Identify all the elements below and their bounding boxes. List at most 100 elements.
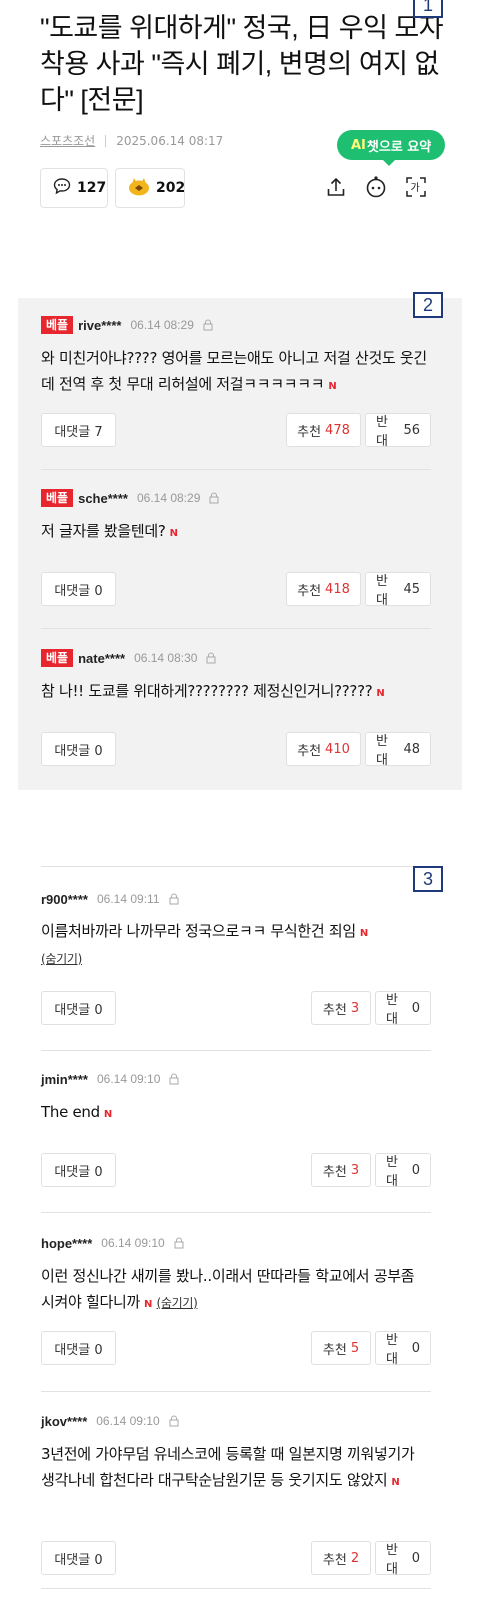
reaction-count: 202 (156, 180, 186, 196)
downvote-count: 45 (403, 581, 420, 597)
comment-header: 베플 rive**** 06.14 08:29 (41, 315, 431, 335)
comment-author[interactable]: sche**** (78, 491, 128, 506)
upvote-button[interactable]: 추천 478 (286, 413, 361, 447)
comment-author[interactable]: r900**** (41, 892, 88, 907)
report-icon[interactable] (202, 319, 214, 331)
replies-button[interactable]: 대댓글 0 (41, 572, 116, 606)
comment-actions: 대댓글 0 추천 418 반대 45 (41, 572, 431, 608)
upvote-label: 추천 (297, 743, 322, 759)
upvote-button[interactable]: 추천 3 (311, 991, 371, 1025)
comment-author[interactable]: hope**** (41, 1236, 92, 1251)
report-icon[interactable] (168, 1073, 180, 1085)
upvote-button[interactable]: 추천 418 (286, 572, 361, 606)
comment-time: 06.14 09:10 (96, 1414, 160, 1428)
comment-divider (41, 469, 431, 470)
report-icon[interactable] (208, 492, 220, 504)
new-badge: N (169, 528, 178, 539)
downvote-count: 56 (403, 422, 420, 438)
hide-comment-link[interactable]: (숨기기) (41, 952, 82, 966)
comment-author[interactable]: jkov**** (41, 1414, 87, 1429)
comment-count-button[interactable]: 127 (40, 168, 108, 208)
comment-time: 06.14 08:29 (130, 318, 194, 332)
comment-divider (41, 1212, 431, 1213)
report-icon[interactable] (205, 652, 217, 664)
replies-button[interactable]: 대댓글 0 (41, 1153, 116, 1187)
upvote-count: 2 (350, 1550, 360, 1566)
new-badge: N (359, 928, 368, 939)
comment-text-wrap: 이런 정신나간 새끼를 봤나..이래서 딴따라들 학교에서 공부좀 시켜야 힐다… (41, 1263, 431, 1318)
font-size-icon[interactable]: 가 (403, 174, 429, 200)
upvote-button[interactable]: 추천 2 (311, 1541, 371, 1575)
bot-icon[interactable] (363, 174, 389, 200)
hide-comment-link[interactable]: (숨기기) (157, 1296, 198, 1310)
upvote-button[interactable]: 추천 410 (286, 732, 361, 766)
downvote-button[interactable]: 반대 0 (375, 991, 431, 1027)
reaction-count-button[interactable]: 202 (115, 168, 185, 208)
comment-time: 06.14 09:10 (101, 1236, 165, 1250)
comment-text: 와 미친거아냐???? 영어를 모르는애도 아니고 저걸 산것도 웃긴데 전역 … (41, 349, 427, 393)
replies-button[interactable]: 대댓글 7 (41, 413, 116, 447)
comment-author[interactable]: rive**** (78, 318, 121, 333)
upvote-button[interactable]: 추천 3 (311, 1153, 371, 1187)
downvote-label: 반대 (386, 1333, 398, 1367)
comment-text: 참 나!! 도쿄를 위대하게???????? 제정신인거니????? (41, 682, 373, 700)
meta-divider (105, 134, 107, 147)
downvote-button[interactable]: 반대 0 (375, 1153, 431, 1189)
article-title: "도쿄를 위대하게" 정국, 日 우익 모자 착용 사과 "즉시 폐기, 변명의… (40, 13, 444, 115)
comment-actions: 대댓글 7 추천 478 반대 56 (41, 413, 431, 449)
best-badge: 베플 (41, 316, 74, 334)
share-icon[interactable] (323, 174, 349, 200)
comment-time: 06.14 08:29 (136, 491, 201, 505)
report-icon[interactable] (168, 1415, 180, 1427)
reaction-icon (128, 176, 150, 200)
ai-badge-label: 챗으로 요약 (366, 139, 432, 155)
replies-button[interactable]: 대댓글 0 (41, 1541, 116, 1575)
comment-time: 06.14 09:10 (96, 1072, 161, 1086)
article-header: "도쿄를 위대하게" 정국, 日 우익 모자 착용 사과 "즉시 폐기, 변명의… (0, 0, 480, 298)
upvote-button[interactable]: 추천 5 (311, 1331, 371, 1365)
comment-count: 127 (77, 180, 107, 196)
svg-text:가: 가 (411, 182, 420, 194)
comment-text: 이름처바까라 나까무라 정국으로ㅋㅋ 무식한건 죄임 (41, 922, 356, 940)
comment-author[interactable]: nate**** (78, 651, 125, 666)
comment: r900**** 06.14 09:11 이름처바까라 나까무라 정국으로ㅋㅋ … (41, 889, 431, 1027)
replies-button[interactable]: 대댓글 0 (41, 732, 116, 766)
ai-summary-button[interactable]: AI 챗으로 요약 (337, 130, 446, 166)
report-icon[interactable] (168, 893, 180, 905)
downvote-button[interactable]: 반대 0 (375, 1541, 431, 1577)
comment-actions: 대댓글 0 추천 410 반대 48 (41, 732, 431, 768)
comment-header: hope**** 06.14 09:10 (41, 1233, 431, 1253)
downvote-label: 반대 (376, 734, 388, 768)
comment-header: jmin**** 06.14 09:10 (41, 1069, 431, 1089)
upvote-label: 추천 (297, 424, 322, 440)
upvote-label: 추천 (322, 1552, 347, 1568)
downvote-button[interactable]: 반대 45 (365, 572, 431, 608)
article-meta: 스포츠조선 2025.06.14 08:17 (40, 132, 223, 149)
comment-text-wrap: 참 나!! 도쿄를 위대하게???????? 제정신인거니????? N (41, 678, 431, 707)
section-divider (41, 866, 431, 867)
comment-text: The end (41, 1103, 100, 1121)
comment-header: r900**** 06.14 09:11 (41, 889, 431, 909)
comment-actions: 대댓글 0 추천 5 반대 0 (41, 1331, 431, 1367)
comment-author[interactable]: jmin**** (41, 1072, 88, 1087)
upvote-label: 추천 (322, 1164, 347, 1180)
new-badge: N (376, 688, 385, 699)
comment: jmin**** 06.14 09:10 The end N 대댓글 0 추천 3 … (41, 1069, 431, 1189)
upvote-count: 5 (350, 1340, 360, 1356)
downvote-button[interactable]: 반대 56 (365, 413, 431, 449)
replies-button[interactable]: 대댓글 0 (41, 991, 116, 1025)
replies-button[interactable]: 대댓글 0 (41, 1331, 116, 1365)
best-badge: 베플 (41, 649, 74, 667)
new-badge: N (391, 1477, 400, 1488)
upvote-count: 3 (350, 1000, 360, 1016)
article-datetime: 2025.06.14 08:17 (116, 133, 224, 148)
downvote-count: 48 (403, 741, 420, 757)
article-source[interactable]: 스포츠조선 (40, 132, 95, 149)
comment-text: 3년전에 가야무덤 유네스코에 등록할 때 일본지명 끼워넣기가 생각나네 합천… (41, 1445, 415, 1489)
downvote-count: 0 (411, 1340, 420, 1356)
new-badge: N (143, 1299, 153, 1310)
report-icon[interactable] (173, 1237, 185, 1249)
downvote-button[interactable]: 반대 48 (365, 732, 431, 768)
downvote-button[interactable]: 반대 0 (375, 1331, 431, 1367)
section-marker-1: 1 (413, 0, 443, 18)
